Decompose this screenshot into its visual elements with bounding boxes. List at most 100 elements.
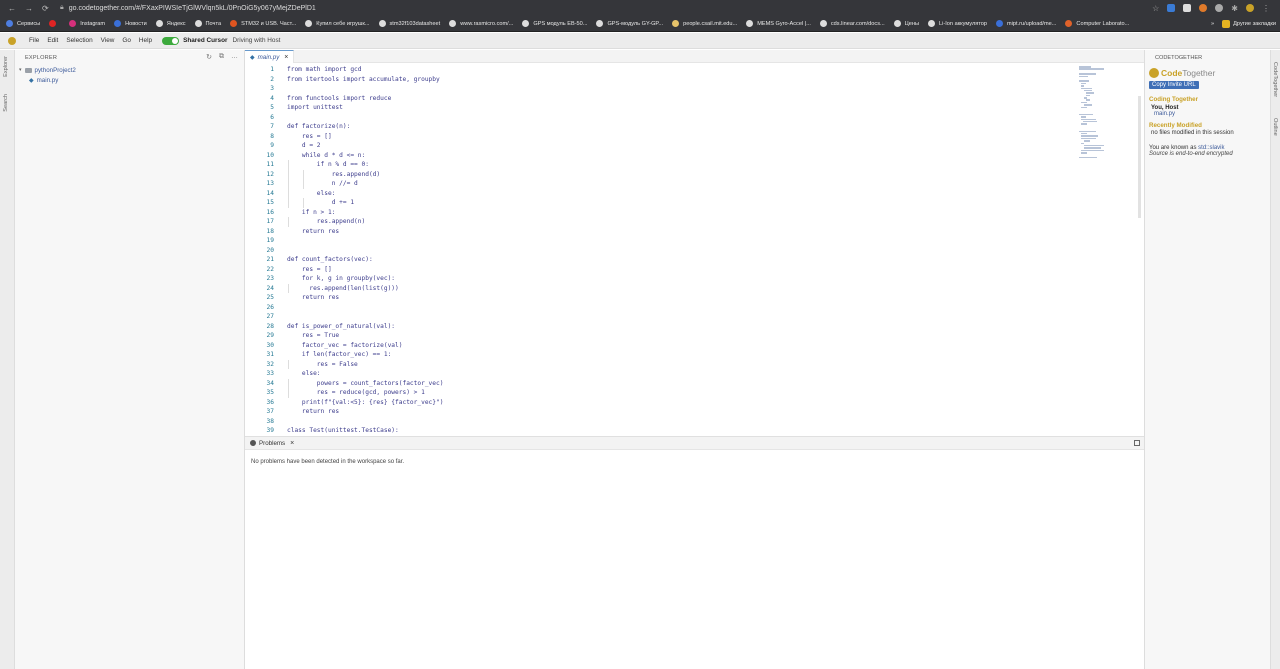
code-line[interactable]: 36 print(f"{val:<5}: {res} {factor_vec}"… <box>245 398 1144 408</box>
bookmark-item[interactable]: mipt.ru/upload/me... <box>995 20 1057 27</box>
code-line[interactable]: 14 else: <box>245 188 1144 198</box>
bookmark-item[interactable] <box>49 20 60 27</box>
refresh-icon[interactable]: ↻ <box>206 53 212 61</box>
reload-icon[interactable]: ⟳ <box>42 4 49 13</box>
extension-icon[interactable] <box>1215 4 1224 12</box>
code-line[interactable]: 39 class Test(unittest.TestCase): <box>245 426 1144 436</box>
bookmark-item[interactable]: STM32 и USB. Част... <box>230 20 296 27</box>
line-source: return res <box>287 408 340 415</box>
code-line[interactable]: 24 res.append(len(list(g))) <box>245 283 1144 293</box>
code-line[interactable]: 17 res.append(n) <box>245 217 1144 227</box>
code-line[interactable]: 22 res = [] <box>245 265 1144 275</box>
bookmark-item[interactable]: Купил себе игрушк... <box>305 20 370 27</box>
puzzle-icon[interactable]: ✱ <box>1231 4 1238 13</box>
collapse-all-icon[interactable]: ⧉ <box>219 53 224 61</box>
code-line[interactable]: 2 from itertools import accumulate, group… <box>245 75 1144 85</box>
code-line[interactable]: 15 d += 1 <box>245 198 1144 208</box>
codetogether-view-tab[interactable]: CodeTogether <box>1272 62 1278 97</box>
tab-main-py[interactable]: ◆ main.py × <box>245 50 295 63</box>
code-line[interactable]: 13 n //= d <box>245 179 1144 189</box>
code-line[interactable]: 5 import unittest <box>245 103 1144 113</box>
bookmark-item[interactable]: GPS модуль EB-50... <box>522 20 587 27</box>
tree-file[interactable]: ◆ main.py <box>15 75 244 85</box>
bookmarks-more-icon[interactable]: » <box>1211 21 1214 27</box>
code-line[interactable]: 18 return res <box>245 227 1144 237</box>
code-line[interactable]: 33 else: <box>245 369 1144 379</box>
menu-selection[interactable]: Selection <box>66 37 92 44</box>
editor-scrollbar[interactable] <box>1138 96 1141 218</box>
code-line[interactable]: 11 if n % d == 0: <box>245 160 1144 170</box>
kebab-menu-icon[interactable]: ⋮ <box>1262 4 1270 13</box>
code-line[interactable]: 34 powers = count_factors(factor_vec) <box>245 378 1144 388</box>
bookmark-item[interactable]: MEMS Gyro-Accel |... <box>746 20 811 27</box>
code-line[interactable]: 29 res = True <box>245 331 1144 341</box>
minimap[interactable] <box>1079 66 1134 159</box>
code-line[interactable]: 10 while d * d <= n: <box>245 151 1144 161</box>
code-line[interactable]: 21 def count_factors(vec): <box>245 255 1144 265</box>
bookmark-item[interactable]: www.rasmicro.com/... <box>449 20 513 27</box>
more-icon[interactable]: … <box>231 53 238 61</box>
extension-icon[interactable] <box>1199 4 1208 12</box>
code-line[interactable]: 12 res.append(d) <box>245 169 1144 179</box>
code-line[interactable]: 9 d = 2 <box>245 141 1144 151</box>
menu-view[interactable]: View <box>101 37 115 44</box>
tab-problems[interactable]: Problems × <box>250 440 294 447</box>
bookmark-item[interactable]: Li-Ion аккумулятор <box>928 20 987 27</box>
forward-icon[interactable]: → <box>25 4 33 13</box>
code-line[interactable]: 26 <box>245 303 1144 313</box>
code-line[interactable]: 19 <box>245 236 1144 246</box>
host-file-link[interactable]: main.py <box>1154 111 1270 117</box>
code-line[interactable]: 30 factor_vec = factorize(val) <box>245 341 1144 351</box>
bookmark-item[interactable]: Почта <box>194 20 221 27</box>
bookmark-item[interactable]: Новости <box>114 20 147 27</box>
menu-file[interactable]: File <box>29 37 39 44</box>
bookmark-item[interactable]: people.csail.mit.edu... <box>672 20 737 27</box>
code-line[interactable]: 25 return res <box>245 293 1144 303</box>
other-bookmarks[interactable]: Другие закладки <box>1222 20 1276 28</box>
search-view-tab[interactable]: Search <box>3 94 9 112</box>
menu-help[interactable]: Help <box>139 37 152 44</box>
code-line[interactable]: 3 <box>245 84 1144 94</box>
maximize-icon[interactable] <box>1134 440 1140 446</box>
star-icon[interactable]: ☆ <box>1152 4 1159 13</box>
bookmark-item[interactable]: Яндекс <box>155 20 186 27</box>
tree-folder[interactable]: ▾ pythonProject2 <box>15 65 244 75</box>
code-line[interactable]: 27 <box>245 312 1144 322</box>
bookmark-item[interactable]: stm32f103datasheet <box>378 20 440 27</box>
close-icon[interactable]: × <box>284 54 288 61</box>
menu-go[interactable]: Go <box>122 37 131 44</box>
code-line[interactable]: 37 return res <box>245 407 1144 417</box>
code-line[interactable]: 31 if len(factor_vec) == 1: <box>245 350 1144 360</box>
bookmark-item[interactable]: Сервисы <box>6 20 40 27</box>
code-line[interactable]: 35 res = reduce(gcd, powers) > 1 <box>245 388 1144 398</box>
back-icon[interactable]: ← <box>8 4 16 13</box>
code-line[interactable]: 8 res = [] <box>245 132 1144 142</box>
profile-avatar[interactable] <box>1246 4 1254 12</box>
bookmark-item[interactable]: Computer Laborato... <box>1065 20 1129 27</box>
code-line[interactable]: 38 <box>245 417 1144 427</box>
menu-edit[interactable]: Edit <box>47 37 58 44</box>
code-line[interactable]: 6 <box>245 113 1144 123</box>
close-icon[interactable]: × <box>290 440 294 447</box>
code-line[interactable]: 32 res = False <box>245 359 1144 369</box>
bookmark-item[interactable]: Цены <box>893 20 919 27</box>
outline-view-tab[interactable]: Outline <box>1272 118 1278 136</box>
code-line[interactable]: 28 def is_power_of_natural(val): <box>245 322 1144 332</box>
copy-invite-url-button[interactable]: Copy Invite URL <box>1149 81 1199 89</box>
shared-cursor-toggle[interactable] <box>162 36 180 45</box>
code-line[interactable]: 1 from math import gcd <box>245 65 1144 75</box>
bookmark-label: mipt.ru/upload/me... <box>1006 20 1057 27</box>
extension-icon[interactable] <box>1183 4 1192 12</box>
code-line[interactable]: 7 def factorize(n): <box>245 122 1144 132</box>
bookmark-item[interactable]: Instagram <box>69 20 105 27</box>
code-line[interactable]: 4 from functools import reduce <box>245 94 1144 104</box>
bookmark-item[interactable]: cds.linear.com/docs... <box>819 20 885 27</box>
code-editor[interactable]: 1 from math import gcd 2 from itertools imp… <box>245 65 1144 436</box>
bookmark-item[interactable]: GPS-модуль GY-GP... <box>596 20 663 27</box>
explorer-view-tab[interactable]: Explorer <box>3 56 9 77</box>
address-bar[interactable]: 🔒︎ go.codetogether.com/#/FXaxPIWSIeTjGlW… <box>60 4 1152 12</box>
extension-icon[interactable] <box>1167 4 1176 12</box>
code-line[interactable]: 23 for k, g in groupby(vec): <box>245 274 1144 284</box>
code-line[interactable]: 20 <box>245 246 1144 256</box>
code-line[interactable]: 16 if n > 1: <box>245 208 1144 218</box>
